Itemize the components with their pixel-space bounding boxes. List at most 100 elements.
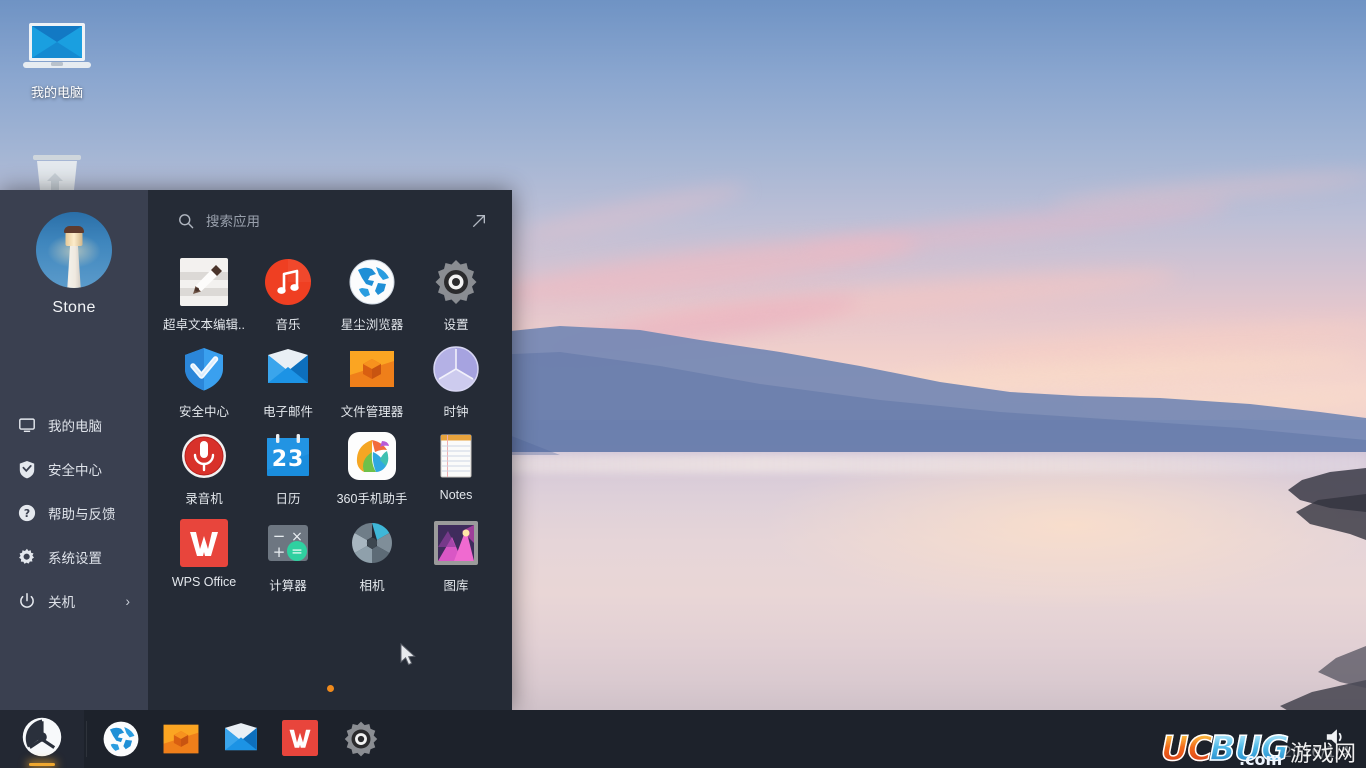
- question-circle-icon: ?: [18, 504, 44, 522]
- sidebar-item-shutdown[interactable]: 关机 ›: [0, 579, 148, 623]
- expand-arrow-icon[interactable]: [468, 213, 490, 229]
- app-file-manager[interactable]: 文件管理器: [330, 341, 414, 428]
- volume-button[interactable]: [1314, 710, 1358, 768]
- app-panel: 超卓文本编辑.. 音乐: [148, 190, 512, 710]
- taskbar-separator: [86, 721, 87, 757]
- calendar-icon: 23: [264, 432, 312, 480]
- sidebar-item-my-computer[interactable]: 我的电脑: [0, 403, 148, 447]
- app-camera[interactable]: 相机: [330, 515, 414, 602]
- wps-icon: [282, 720, 320, 758]
- app-360-assistant[interactable]: 360手机助手: [330, 428, 414, 515]
- app-label: 时钟: [443, 405, 469, 419]
- sidebar-item-label: 帮助与反馈: [48, 507, 116, 522]
- svg-text:=: =: [291, 544, 303, 560]
- app-label: 星尘浏览器: [340, 318, 404, 332]
- settings-gear-icon: [342, 720, 380, 758]
- app-label: 图库: [443, 579, 469, 593]
- svg-text:?: ?: [24, 507, 30, 520]
- taskbar-app-settings[interactable]: [331, 710, 391, 768]
- chevron-right-icon: ›: [125, 593, 131, 609]
- app-label: 计算器: [269, 579, 307, 593]
- app-label: 日历: [275, 492, 301, 506]
- sidebar-item-label: 系统设置: [48, 551, 102, 566]
- app-label: 音乐: [275, 318, 301, 332]
- file-manager-icon: [348, 345, 396, 393]
- mail-icon: [264, 345, 312, 393]
- desktop[interactable]: 我的电脑 Stone 我的电脑 安全中心 ? 帮助与反馈 系统设置 关机 › 搜…: [0, 0, 1366, 768]
- page-indicator[interactable]: [148, 685, 512, 692]
- app-label: 安全中心: [178, 405, 229, 419]
- app-label: 电子邮件: [262, 405, 313, 419]
- notes-icon: [432, 432, 480, 480]
- avatar[interactable]: [36, 212, 112, 288]
- app-wps-office[interactable]: WPS Office: [162, 515, 246, 602]
- app-label: 录音机: [185, 492, 223, 506]
- app-calendar[interactable]: 23 日历: [246, 428, 330, 515]
- browser-icon: [348, 258, 396, 306]
- sidebar-item-security[interactable]: 安全中心: [0, 447, 148, 491]
- gallery-icon: [432, 519, 480, 567]
- page-dot-1[interactable]: [326, 685, 334, 692]
- app-security-center[interactable]: 安全中心: [162, 341, 246, 428]
- mail-icon: [222, 720, 260, 758]
- search-icon: [178, 213, 200, 229]
- app-recorder[interactable]: 录音机: [162, 428, 246, 515]
- app-label: WPS Office: [171, 575, 237, 589]
- app-clock[interactable]: 时钟: [414, 341, 498, 428]
- app-text-editor[interactable]: 超卓文本编辑..: [162, 254, 246, 341]
- app-gallery[interactable]: 图库: [414, 515, 498, 602]
- app-browser[interactable]: 星尘浏览器: [330, 254, 414, 341]
- taskbar-app-mail[interactable]: [211, 710, 271, 768]
- music-icon: [264, 258, 312, 306]
- search-bar[interactable]: [148, 190, 512, 252]
- lighthouse-lamp-icon: [65, 232, 83, 246]
- browser-icon: [102, 720, 140, 758]
- sidebar-item-list: 我的电脑 安全中心 ? 帮助与反馈 系统设置 关机 ›: [0, 403, 148, 623]
- app-music[interactable]: 音乐: [246, 254, 330, 341]
- app-settings[interactable]: 设置: [414, 254, 498, 341]
- 360-assistant-icon: [348, 432, 396, 480]
- gear-icon: [18, 548, 44, 566]
- clock-icon: [432, 345, 480, 393]
- camera-icon: [348, 519, 396, 567]
- sidebar-item-help-feedback[interactable]: ? 帮助与反馈: [0, 491, 148, 535]
- launcher-button[interactable]: [0, 710, 84, 768]
- sidebar-item-label: 安全中心: [48, 463, 102, 478]
- app-label: 超卓文本编辑..: [163, 318, 245, 332]
- app-label: 360手机助手: [336, 492, 408, 506]
- taskbar-app-browser[interactable]: [91, 710, 151, 768]
- search-input[interactable]: [200, 213, 468, 229]
- taskbar-app-file-manager[interactable]: [151, 710, 211, 768]
- volume-icon: [1324, 726, 1348, 753]
- app-grid: 超卓文本编辑.. 音乐 星尘浏览器 设置 安全中心 电子邮件 文件管理器 时钟 …: [148, 254, 512, 602]
- text-editor-icon: [180, 258, 228, 306]
- app-label: Notes: [439, 488, 473, 502]
- svg-text:23: 23: [272, 447, 305, 472]
- power-icon: [18, 592, 44, 610]
- sidebar-item-label: 关机: [48, 595, 75, 610]
- user-name: Stone: [52, 299, 96, 316]
- svg-text:+: +: [273, 543, 286, 561]
- wps-icon: [180, 519, 228, 567]
- app-label: 文件管理器: [340, 405, 404, 419]
- security-shield-icon: [180, 345, 228, 393]
- monitor-icon: [18, 416, 44, 434]
- launcher-icon: [21, 716, 63, 763]
- app-mail[interactable]: 电子邮件: [246, 341, 330, 428]
- settings-gear-icon: [432, 258, 480, 306]
- start-menu-sidebar: Stone 我的电脑 安全中心 ? 帮助与反馈 系统设置 关机 ›: [0, 190, 148, 710]
- start-menu[interactable]: Stone 我的电脑 安全中心 ? 帮助与反馈 系统设置 关机 › 搜索应用 超…: [0, 190, 512, 710]
- lighthouse-cap-icon: [64, 226, 84, 233]
- taskbar-app-wps-office[interactable]: [271, 710, 331, 768]
- system-tray: [1314, 710, 1366, 768]
- file-manager-icon: [162, 720, 200, 758]
- desktop-icon-my-computer[interactable]: 我的电脑: [4, 16, 110, 101]
- app-label: 设置: [443, 318, 469, 332]
- recorder-icon: [180, 432, 228, 480]
- app-calculator[interactable]: − × + = 计算器: [246, 515, 330, 602]
- computer-icon: [4, 16, 110, 78]
- taskbar[interactable]: [0, 710, 1366, 768]
- app-notes[interactable]: Notes: [414, 428, 498, 515]
- shield-icon: [18, 460, 44, 479]
- sidebar-item-system-settings[interactable]: 系统设置: [0, 535, 148, 579]
